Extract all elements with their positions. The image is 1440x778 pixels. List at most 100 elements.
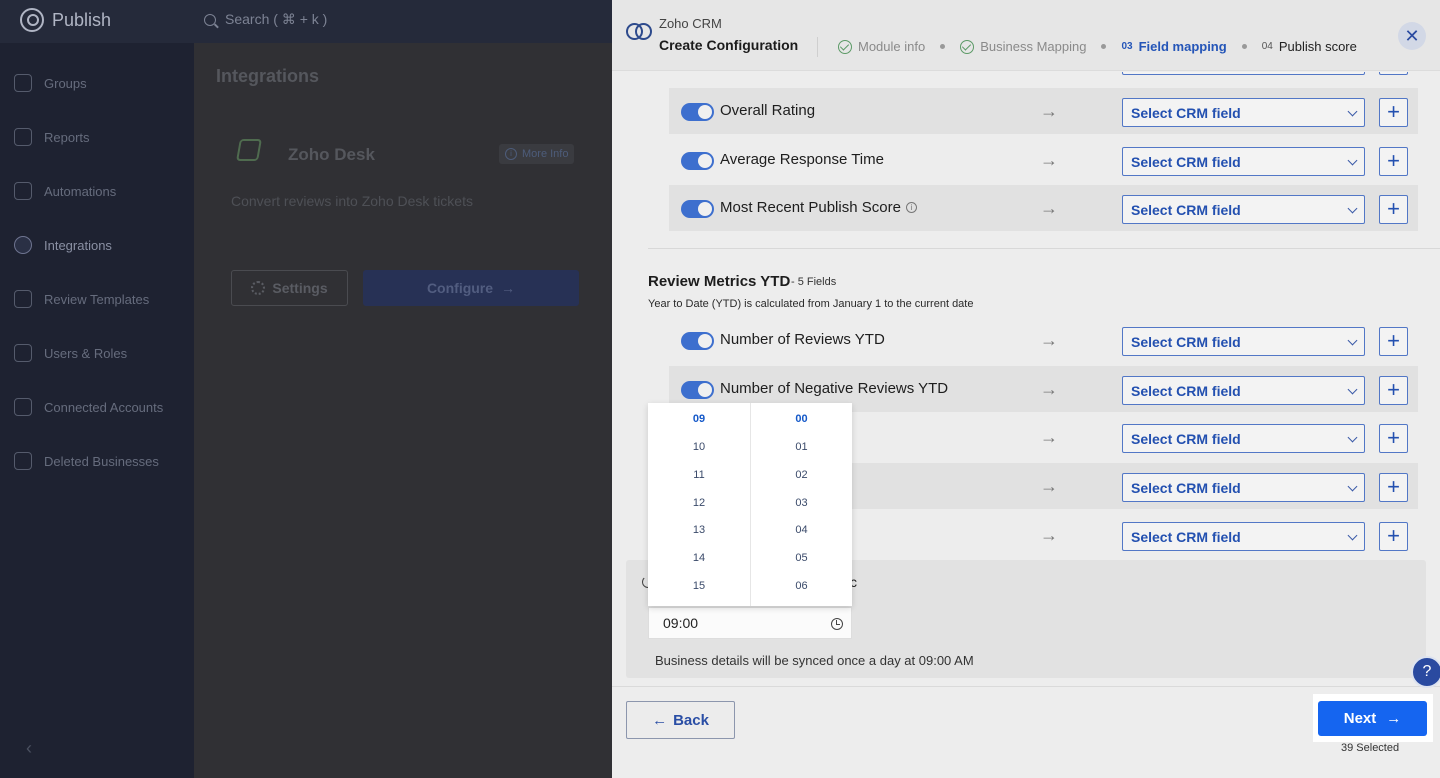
info-icon[interactable]: i xyxy=(905,202,917,214)
step-label: Business Mapping xyxy=(980,39,1087,54)
main-content: Integrations Zoho Desk i More Info Conve… xyxy=(194,43,612,778)
sidebar-nav: Groups Reports Automations Integrations Revi… xyxy=(0,56,194,488)
crm-field-select[interactable]: Select CRM field xyxy=(1122,195,1365,225)
help-icon[interactable]: ? xyxy=(1411,656,1440,688)
more-info-link[interactable]: i More Info xyxy=(499,144,575,164)
templates-icon xyxy=(14,290,32,308)
select-placeholder: Select CRM field xyxy=(1131,382,1241,399)
groups-icon xyxy=(14,74,32,92)
reports-icon xyxy=(14,128,32,146)
crm-field-select[interactable]: Select CRM field xyxy=(1122,98,1365,127)
crm-field-select[interactable]: Select CRM field xyxy=(1122,375,1365,405)
field-toggle[interactable] xyxy=(681,103,714,121)
field-label-text: Number of Negative Reviews YTD xyxy=(720,379,949,397)
hour-option[interactable]: 15 xyxy=(693,578,705,606)
minute-option[interactable]: 04 xyxy=(795,522,807,550)
minute-option[interactable]: 05 xyxy=(795,550,807,578)
crm-field-select[interactable]: Select CRM field xyxy=(1122,146,1365,176)
time-picker-dropdown: 09 10 11 12 13 14 15 00 01 02 03 04 05 06 xyxy=(648,403,852,606)
global-search[interactable]: Search ( ⌘ + k ) xyxy=(204,11,327,28)
info-icon: i xyxy=(505,148,517,160)
search-placeholder: Search ( ⌘ + k ) xyxy=(225,11,328,27)
hour-option[interactable]: 14 xyxy=(693,550,705,578)
field-toggle[interactable] xyxy=(681,200,714,219)
step-label: Field mapping xyxy=(1138,39,1227,54)
minute-option[interactable]: 06 xyxy=(795,578,807,606)
back-button[interactable]: ← Back xyxy=(626,701,735,739)
field-label: Overall Rating xyxy=(720,102,815,119)
step-number: 04 xyxy=(1261,41,1273,52)
add-field-button[interactable]: + xyxy=(1379,473,1408,503)
step-publish-score: 04 Publish score xyxy=(1262,39,1357,54)
step-label: Module info xyxy=(858,39,926,54)
field-label: Number of Negative Reviews YTD xyxy=(720,380,948,397)
arrow-right-icon: → xyxy=(1040,476,1058,497)
brand[interactable]: Publish xyxy=(20,8,111,32)
arrow-right-icon: → xyxy=(1040,101,1058,121)
step-separator xyxy=(1101,44,1107,49)
add-field-button[interactable]: + xyxy=(1379,195,1408,225)
field-toggle[interactable] xyxy=(681,380,714,399)
sync-time-input[interactable]: 09:00 xyxy=(648,607,852,639)
add-field-button[interactable]: + xyxy=(1379,521,1408,551)
integration-card: Zoho Desk i More Info Convert reviews in… xyxy=(216,116,606,376)
panel-header: Zoho CRM Create Configuration Module inf… xyxy=(612,0,1440,71)
sidebar-item-label: Users & Roles xyxy=(44,345,128,361)
sidebar-item-connected-accounts[interactable]: Connected Accounts xyxy=(0,380,194,434)
minute-column[interactable]: 00 01 02 03 04 05 06 xyxy=(750,403,852,606)
hour-option[interactable]: 11 xyxy=(693,467,704,495)
select-placeholder: Select CRM field xyxy=(1131,202,1241,219)
sidebar-item-integrations[interactable]: Integrations xyxy=(0,218,194,272)
minute-option[interactable]: 02 xyxy=(795,467,807,495)
arrow-right-icon: → xyxy=(1040,330,1058,350)
sidebar-item-reports[interactable]: Reports xyxy=(0,110,194,164)
select-placeholder: Select CRM field xyxy=(1131,334,1241,350)
field-toggle[interactable] xyxy=(681,332,714,350)
add-field-button[interactable]: + xyxy=(1379,146,1408,176)
check-circle-icon xyxy=(960,39,975,54)
crm-field-select[interactable]: Select CRM field xyxy=(1122,521,1365,551)
hour-option[interactable]: 13 xyxy=(693,522,705,550)
publish-logo-icon xyxy=(20,8,44,32)
select-placeholder: Select CRM field xyxy=(1131,105,1241,121)
sidebar-item-review-templates[interactable]: Review Templates xyxy=(0,272,194,326)
add-field-button[interactable]: + xyxy=(1379,424,1408,454)
field-toggle[interactable] xyxy=(681,151,714,170)
sidebar-item-deleted-businesses[interactable]: Deleted Businesses xyxy=(0,434,194,488)
hour-option[interactable]: 10 xyxy=(693,439,705,467)
mapping-row: Average Response Time → Select CRM field + xyxy=(669,137,1418,183)
collapse-sidebar-icon[interactable]: ‹ xyxy=(26,738,32,759)
panel-footer: ← Back Next → 39 Selected xyxy=(612,686,1440,778)
close-panel-button[interactable]: ✕ xyxy=(1398,22,1426,50)
minute-option[interactable]: 03 xyxy=(795,495,807,523)
settings-button[interactable]: Settings xyxy=(231,270,348,306)
sidebar-item-users-roles[interactable]: Users & Roles xyxy=(0,326,194,380)
add-field-button[interactable]: + xyxy=(1379,72,1408,75)
chevron-down-icon xyxy=(1347,384,1358,395)
configure-button[interactable]: Configure → xyxy=(363,270,579,306)
hour-column[interactable]: 09 10 11 12 13 14 15 xyxy=(648,403,750,606)
sidebar-item-automations[interactable]: Automations xyxy=(0,164,194,218)
sidebar-item-groups[interactable]: Groups xyxy=(0,56,194,110)
minute-option[interactable]: 01 xyxy=(795,439,807,467)
add-field-button[interactable]: + xyxy=(1379,98,1408,127)
selected-count: 39 Selected xyxy=(1341,742,1400,754)
crm-field-select[interactable] xyxy=(1122,72,1365,75)
hour-option[interactable]: 12 xyxy=(693,495,705,523)
clock-icon[interactable] xyxy=(831,618,843,630)
add-field-button[interactable]: + xyxy=(1379,327,1408,356)
hour-option[interactable]: 09 xyxy=(693,411,705,439)
crm-field-select[interactable]: Select CRM field xyxy=(1122,327,1365,356)
next-button[interactable]: Next → xyxy=(1318,701,1427,736)
settings-label: Settings xyxy=(272,280,328,296)
next-label: Next xyxy=(1343,710,1377,727)
configuration-panel: Zoho CRM Create Configuration Module inf… xyxy=(612,0,1440,778)
crm-field-select[interactable]: Select CRM field xyxy=(1122,424,1365,454)
back-label: Back xyxy=(673,711,709,729)
add-field-button[interactable]: + xyxy=(1379,375,1408,405)
mapping-row: Overall Rating → Select CRM field + xyxy=(669,88,1418,134)
configure-label: Configure xyxy=(426,280,494,296)
minute-option[interactable]: 00 xyxy=(795,411,807,439)
integrations-icon xyxy=(14,236,32,254)
crm-field-select[interactable]: Select CRM field xyxy=(1122,473,1365,503)
